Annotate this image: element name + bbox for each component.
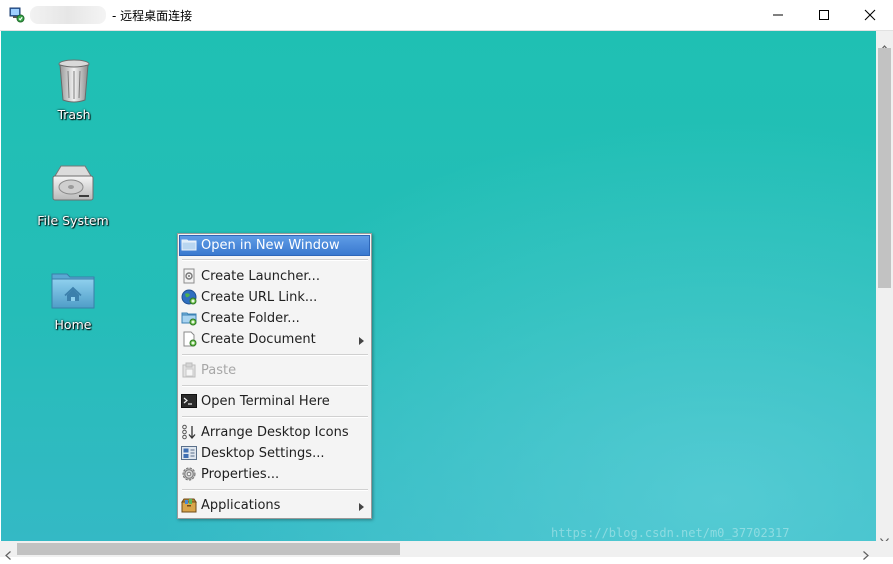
minimize-icon <box>773 14 783 16</box>
menu-item-label: Open in New Window <box>201 238 340 253</box>
submenu-arrow-icon <box>359 500 364 515</box>
scroll-left-icon[interactable] <box>5 545 11 564</box>
menu-item-label: Create Launcher... <box>201 269 320 284</box>
launcher-icon <box>181 268 197 284</box>
applications-icon <box>181 497 197 513</box>
new-folder-icon <box>181 310 197 326</box>
menu-separator <box>182 489 368 491</box>
home-folder-icon <box>49 266 97 314</box>
window-title: - 远程桌面连接 <box>112 9 193 23</box>
desktop-icon-label: Trash <box>57 107 91 122</box>
menu-item-open-in-new-window[interactable]: Open in New Window <box>179 235 370 256</box>
gear-icon <box>181 466 197 482</box>
desktop-icon-trash[interactable]: Trash <box>29 56 119 122</box>
menu-item-paste[interactable]: Paste <box>179 360 370 381</box>
remote-desktop-icon <box>9 7 25 23</box>
maximize-button[interactable] <box>801 0 847 30</box>
submenu-arrow-icon <box>359 334 364 349</box>
menu-separator <box>182 416 368 418</box>
menu-item-label: Open Terminal Here <box>201 394 330 409</box>
host-name-redacted <box>30 6 106 24</box>
menu-item-label: Paste <box>201 363 237 378</box>
menu-item-label: Create URL Link... <box>201 290 318 305</box>
hard-drive-icon <box>49 162 97 210</box>
desktop-icon-file-system[interactable]: File System <box>28 162 118 228</box>
horizontal-scrollbar[interactable] <box>0 541 876 560</box>
scrollbar-corner <box>876 541 893 557</box>
menu-item-properties[interactable]: Properties... <box>179 464 370 485</box>
menu-item-label: Desktop Settings... <box>201 446 325 461</box>
menu-separator <box>182 354 368 356</box>
close-icon <box>864 9 876 21</box>
desktop-icon-label: Home <box>54 317 92 332</box>
menu-item-arrange-desktop-icons[interactable]: Arrange Desktop Icons <box>179 422 370 443</box>
menu-item-desktop-settings[interactable]: Desktop Settings... <box>179 443 370 464</box>
terminal-icon <box>181 393 197 409</box>
minimize-button[interactable] <box>755 0 801 30</box>
scroll-right-icon[interactable] <box>863 545 869 564</box>
trash-icon <box>50 56 98 104</box>
paste-icon <box>181 362 197 378</box>
folder-icon <box>181 237 197 253</box>
menu-item-create-launcher[interactable]: Create Launcher... <box>179 266 370 287</box>
menu-item-label: Create Folder... <box>201 311 300 326</box>
watermark: https://blog.csdn.net/m0_37702317 <box>551 526 790 540</box>
menu-separator <box>182 259 368 261</box>
menu-item-open-terminal-here[interactable]: Open Terminal Here <box>179 391 370 412</box>
menu-item-label: Applications <box>201 498 281 513</box>
horizontal-scroll-thumb[interactable] <box>17 543 400 555</box>
title-bar: - 远程桌面连接 <box>0 0 893 31</box>
desktop[interactable]: https://blog.csdn.net/m0_37702317 Trash <box>1 31 876 541</box>
desktop-icon-home[interactable]: Home <box>28 266 118 332</box>
desktop-settings-icon <box>181 445 197 461</box>
vertical-scrollbar[interactable] <box>876 31 893 544</box>
desktop-context-menu: Open in New Window Create Launcher... Cr… <box>177 233 372 519</box>
menu-item-applications[interactable]: Applications <box>179 495 370 516</box>
menu-item-create-document[interactable]: Create Document <box>179 329 370 350</box>
menu-item-label: Create Document <box>201 332 316 347</box>
menu-item-create-url-link[interactable]: Create URL Link... <box>179 287 370 308</box>
maximize-icon <box>819 10 829 20</box>
menu-item-label: Arrange Desktop Icons <box>201 425 349 440</box>
arrange-icon <box>181 424 197 440</box>
menu-item-create-folder[interactable]: Create Folder... <box>179 308 370 329</box>
close-button[interactable] <box>847 0 893 30</box>
new-document-icon <box>181 331 197 347</box>
desktop-icon-label: File System <box>37 213 109 228</box>
vertical-scroll-thumb[interactable] <box>878 48 891 288</box>
globe-icon <box>181 289 197 305</box>
menu-separator <box>182 385 368 387</box>
menu-item-label: Properties... <box>201 467 280 482</box>
